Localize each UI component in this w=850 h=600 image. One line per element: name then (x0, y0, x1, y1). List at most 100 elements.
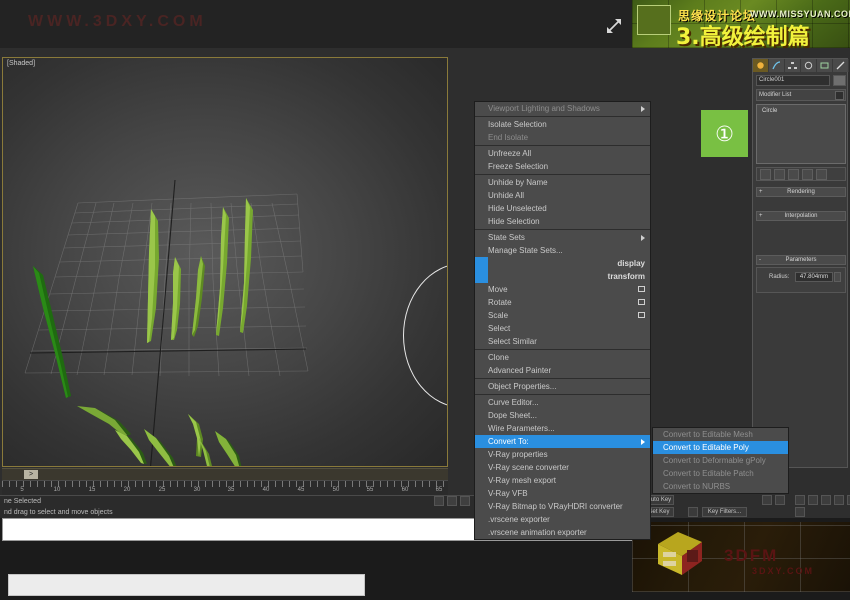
submenu-arrow-icon (641, 106, 645, 112)
top-banner: WWW.3DXY.COM 思缘设计论坛 WWW.MISSYUAN.COM 3.高… (0, 0, 850, 48)
show-end-result-icon[interactable] (774, 169, 785, 180)
rollout-parameters[interactable]: - Parameters (756, 255, 846, 265)
rollout-interpolation[interactable]: + Interpolation (756, 211, 846, 221)
menu-item-vray-vfb[interactable]: V-Ray VFB (475, 487, 650, 500)
selection-lock-icon[interactable] (460, 496, 470, 506)
time-slider-track[interactable]: > (2, 468, 448, 480)
select-region-tool[interactable] (775, 495, 785, 505)
make-unique-icon[interactable] (788, 169, 799, 180)
quad-tab-display[interactable] (475, 257, 488, 270)
key-mode-icon[interactable] (688, 507, 698, 517)
time-slider-handle[interactable]: > (24, 470, 38, 479)
remove-modifier-icon[interactable] (802, 169, 813, 180)
menu-item-wire-parameters[interactable]: Wire Parameters... (475, 422, 650, 435)
menu-item-manage-state-sets[interactable]: Manage State Sets... (475, 244, 650, 257)
submenu-item-deformable-gpoly[interactable]: Convert to Deformable gPoly (653, 454, 788, 467)
key-filters-button[interactable]: Key Filters... (702, 507, 747, 517)
menu-item-unhide-all[interactable]: Unhide All (475, 189, 650, 202)
lock-icon[interactable] (447, 496, 457, 506)
quad-header-display: display (475, 257, 650, 270)
menu-item-vray-mesh-export[interactable]: V-Ray mesh export (475, 474, 650, 487)
menu-separator (475, 394, 650, 395)
modifier-list-dropdown[interactable]: Modifier List (756, 89, 846, 101)
menu-item-curve-editor[interactable]: Curve Editor... (475, 396, 650, 409)
menu-item-scale[interactable]: Scale (475, 309, 650, 322)
select-object-tool[interactable] (762, 495, 772, 505)
menu-item-state-sets[interactable]: State Sets (475, 231, 650, 244)
viewport[interactable]: [Shaded] (2, 57, 448, 467)
menu-item-vray-bitmap-converter[interactable]: V-Ray Bitmap to VRayHDRI converter (475, 500, 650, 513)
menu-item-freeze-selection[interactable]: Freeze Selection (475, 160, 650, 173)
ruler-label: 35 (228, 487, 235, 493)
submenu-item-editable-mesh[interactable]: Convert to Editable Mesh (653, 428, 788, 441)
menu-item-rotate[interactable]: Rotate (475, 296, 650, 309)
banner-thumbnail (637, 5, 671, 35)
play-button[interactable] (821, 495, 831, 505)
object-name-field[interactable]: Circle001 (756, 75, 830, 86)
rollout-rendering[interactable]: + Rendering (756, 187, 846, 197)
quad-context-menu[interactable]: Viewport Lighting and Shadows Isolate Se… (474, 101, 651, 540)
menu-label: Move (488, 285, 508, 294)
banner-title: 3.高级绘制篇 (676, 19, 810, 51)
menu-item-convert-to[interactable]: Convert To: (475, 435, 650, 448)
utilities-tab[interactable] (833, 59, 849, 72)
menu-item-viewport-lighting[interactable]: Viewport Lighting and Shadows (475, 102, 650, 115)
previous-frame-button[interactable] (808, 495, 818, 505)
quad-tab-transform[interactable] (475, 270, 488, 283)
rollout-label: Parameters (785, 257, 816, 263)
modify-tab[interactable] (769, 59, 785, 72)
quad-header-label: transform (608, 272, 645, 281)
motion-tab[interactable] (801, 59, 817, 72)
menu-item-end-isolate[interactable]: End Isolate (475, 131, 650, 144)
rollout-sign: - (759, 256, 761, 265)
expand-arrows-icon[interactable] (602, 16, 624, 38)
key-mode-toggle-button[interactable] (795, 507, 805, 517)
menu-item-vray-properties[interactable]: V-Ray properties (475, 448, 650, 461)
submenu-item-editable-poly[interactable]: Convert to Editable Poly (653, 441, 788, 454)
absolute-mode-icon[interactable] (434, 496, 444, 506)
next-frame-button[interactable] (834, 495, 844, 505)
display-tab[interactable] (817, 59, 833, 72)
menu-item-vrscene-exporter[interactable]: .vrscene exporter (475, 513, 650, 526)
menu-item-select-similar[interactable]: Select Similar (475, 335, 650, 348)
menu-item-vray-scene-converter[interactable]: V-Ray scene converter (475, 461, 650, 474)
menu-item-vrscene-animation-exporter[interactable]: .vrscene animation exporter (475, 526, 650, 539)
menu-label: Convert To: (488, 437, 529, 446)
command-panel-tabs (753, 59, 849, 72)
menu-item-clone[interactable]: Clone (475, 351, 650, 364)
ruler-label: 55 (367, 487, 374, 493)
menu-item-move[interactable]: Move (475, 283, 650, 296)
settings-box-icon[interactable] (638, 312, 645, 318)
menu-item-unfreeze-all[interactable]: Unfreeze All (475, 147, 650, 160)
configure-sets-icon[interactable] (816, 169, 827, 180)
ruler-label: 25 (159, 487, 166, 493)
object-color-swatch[interactable] (833, 75, 846, 86)
radius-field[interactable]: 47.804mm (795, 272, 833, 282)
radius-spinner[interactable] (834, 272, 841, 282)
menu-item-unhide-by-name[interactable]: Unhide by Name (475, 176, 650, 189)
submenu-item-editable-patch[interactable]: Convert to Editable Patch (653, 467, 788, 480)
go-to-start-button[interactable] (795, 495, 805, 505)
menu-item-object-properties[interactable]: Object Properties... (475, 380, 650, 393)
menu-item-hide-unselected[interactable]: Hide Unselected (475, 202, 650, 215)
menu-item-advanced-painter[interactable]: Advanced Painter (475, 364, 650, 377)
hierarchy-tab[interactable] (785, 59, 801, 72)
convert-to-submenu[interactable]: Convert to Editable Mesh Convert to Edit… (652, 427, 789, 494)
pin-stack-icon[interactable] (760, 169, 771, 180)
cube-thumbnail-icon (654, 528, 706, 578)
stack-entry-circle[interactable]: Circle (762, 108, 777, 114)
settings-box-icon[interactable] (638, 299, 645, 305)
timeline-ruler[interactable]: 5 10 15 20 25 30 35 40 45 50 55 60 65 (2, 480, 448, 495)
menu-item-select[interactable]: Select (475, 322, 650, 335)
chevron-down-icon[interactable] (835, 91, 844, 100)
menu-item-dope-sheet[interactable]: Dope Sheet... (475, 409, 650, 422)
menu-item-isolate-selection[interactable]: Isolate Selection (475, 118, 650, 131)
submenu-item-nurbs[interactable]: Convert to NURBS (653, 480, 788, 493)
modifier-stack[interactable]: Circle (756, 104, 846, 164)
settings-box-icon[interactable] (638, 286, 645, 292)
menu-separator (475, 116, 650, 117)
create-tab[interactable] (753, 59, 769, 72)
ruler-label: 5 (20, 487, 23, 493)
thumbstrip-watermark: 3DFM (724, 546, 778, 566)
menu-item-hide-selection[interactable]: Hide Selection (475, 215, 650, 228)
